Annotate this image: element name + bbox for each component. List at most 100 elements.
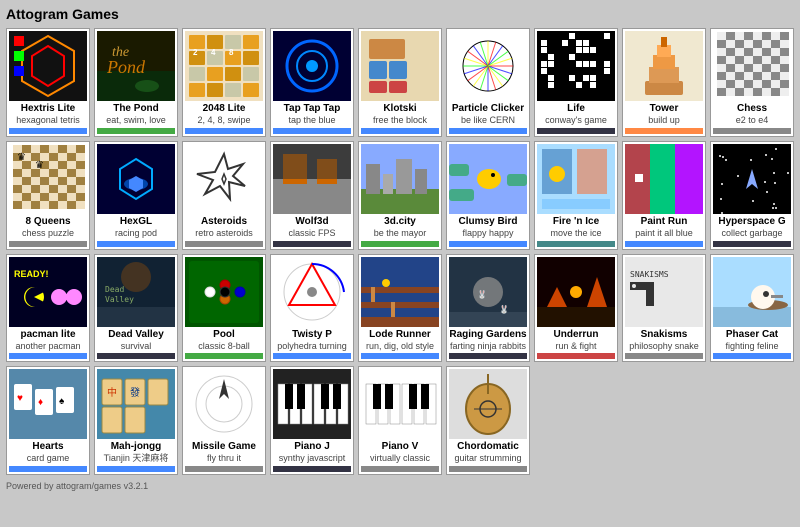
game-subtitle-phaser: fighting feline <box>725 341 778 352</box>
game-thumb-hextris <box>9 31 87 101</box>
game-card-hearts[interactable]: ♥♠♦Heartscard game <box>6 366 90 475</box>
game-subtitle-pond: eat, swim, love <box>106 115 166 126</box>
game-badge-twisty <box>273 353 351 359</box>
game-badge-chess <box>713 128 791 134</box>
game-card-asteroids[interactable]: Asteroidsretro asteroids <box>182 141 266 250</box>
game-thumb-deadvalley: DeadValley <box>97 257 175 327</box>
game-card-paintrun[interactable]: Paint Runpaint it all blue <box>622 141 706 250</box>
game-badge-mahjongg <box>97 466 175 472</box>
game-thumb-pool <box>185 257 263 327</box>
game-card-raging[interactable]: 🐰🐰Raging Gardensfarting ninja rabbits <box>446 254 530 363</box>
game-title-pianv: Piano V <box>382 441 419 453</box>
game-subtitle-deadvalley: survival <box>121 341 152 352</box>
game-badge-raging <box>449 353 527 359</box>
game-subtitle-3dcity: be the mayor <box>374 228 427 239</box>
game-thumb-pianoj <box>273 369 351 439</box>
game-badge-deadvalley <box>97 353 175 359</box>
game-title-2048: 2048 Lite <box>203 103 246 115</box>
game-card-pool[interactable]: Poolclassic 8-ball <box>182 254 266 363</box>
game-card-particle[interactable]: Particle Clickerbe like CERN <box>446 28 530 137</box>
game-card-firnice[interactable]: Fire 'n Icemove the ice <box>534 141 618 250</box>
svg-text:Pond: Pond <box>106 57 146 77</box>
game-thumb-hearts: ♥♠♦ <box>9 369 87 439</box>
game-subtitle-wolf3d: classic FPS <box>288 228 335 239</box>
game-subtitle-firnice: move the ice <box>550 228 601 239</box>
svg-text:♦: ♦ <box>38 397 43 408</box>
game-subtitle-chordo: guitar strumming <box>454 453 521 464</box>
game-title-underrun: Underrun <box>554 329 599 341</box>
game-thumb-mahjongg: 中發 <box>97 369 175 439</box>
game-badge-tower <box>625 128 703 134</box>
game-card-deadvalley[interactable]: DeadValleyDead Valleysurvival <box>94 254 178 363</box>
game-subtitle-snakisms: philosophy snake <box>629 341 699 352</box>
game-badge-pool <box>185 353 263 359</box>
game-badge-particle <box>449 128 527 134</box>
game-badge-hearts <box>9 466 87 472</box>
svg-text:🐰: 🐰 <box>499 304 509 314</box>
game-subtitle-taptap: tap the blue <box>288 115 335 126</box>
game-card-twisty[interactable]: Twisty Ppolyhedra turning <box>270 254 354 363</box>
game-title-hexgl: HexGL <box>120 216 152 228</box>
game-thumb-hexgl <box>97 144 175 214</box>
game-subtitle-klotski: free the block <box>373 115 427 126</box>
game-card-chess[interactable]: Chesse2 to e4 <box>710 28 794 137</box>
svg-text:4: 4 <box>211 48 216 57</box>
game-title-tower: Tower <box>650 103 679 115</box>
game-thumb-klotski <box>361 31 439 101</box>
game-badge-underrun <box>537 353 615 359</box>
game-subtitle-mahjongg: Tianjin 天津麻将 <box>104 453 169 464</box>
game-card-klotski[interactable]: Klotskifree the block <box>358 28 442 137</box>
game-card-pond[interactable]: thePondThe Pondeat, swim, love <box>94 28 178 137</box>
svg-text:♛: ♛ <box>35 160 44 171</box>
game-badge-life <box>537 128 615 134</box>
game-badge-hexgl <box>97 241 175 247</box>
game-title-lode: Lode Runner <box>369 329 431 341</box>
game-card-missile[interactable]: Missile Gamefly thru it <box>182 366 266 475</box>
game-title-klotski: Klotski <box>383 103 416 115</box>
svg-text:♛: ♛ <box>17 152 26 163</box>
game-subtitle-hexgl: racing pod <box>115 228 157 239</box>
game-card-lode[interactable]: Lode Runnerrun, dig, old style <box>358 254 442 363</box>
svg-text:♠: ♠ <box>59 396 65 407</box>
game-card-clumsybird[interactable]: Clumsy Birdflappy happy <box>446 141 530 250</box>
game-badge-klotski <box>361 128 439 134</box>
game-card-hextris[interactable]: Hextris Litehexagonal tetris <box>6 28 90 137</box>
game-card-hyperspace[interactable]: Hyperspace Gcollect garbage <box>710 141 794 250</box>
game-title-life: Life <box>567 103 585 115</box>
game-thumb-asteroids <box>185 144 263 214</box>
game-card-snakisms[interactable]: SNAKISMSSnakismsphilosophy snake <box>622 254 706 363</box>
game-card-tower[interactable]: Towerbuild up <box>622 28 706 137</box>
game-card-taptap[interactable]: Tap Tap Taptap the blue <box>270 28 354 137</box>
game-subtitle-hextris: hexagonal tetris <box>16 115 80 126</box>
game-card-pianv[interactable]: Piano Vvirtually classic <box>358 366 442 475</box>
game-card-hexgl[interactable]: HexGLracing pod <box>94 141 178 250</box>
game-card-chordo[interactable]: Chordomaticguitar strumming <box>446 366 530 475</box>
game-card-wolf3d[interactable]: Wolf3dclassic FPS <box>270 141 354 250</box>
game-card-mahjongg[interactable]: 中發Mah-jonggTianjin 天津麻将 <box>94 366 178 475</box>
game-thumb-pond: thePond <box>97 31 175 101</box>
game-subtitle-hyperspace: collect garbage <box>721 228 782 239</box>
game-badge-taptap <box>273 128 351 134</box>
game-card-underrun[interactable]: Underrunrun & fight <box>534 254 618 363</box>
game-title-missile: Missile Game <box>192 441 256 453</box>
game-subtitle-2048: 2, 4, 8, swipe <box>197 115 250 126</box>
game-subtitle-underrun: run & fight <box>555 341 596 352</box>
game-card-life[interactable]: Lifeconway's game <box>534 28 618 137</box>
game-title-particle: Particle Clicker <box>452 103 524 115</box>
game-subtitle-paintrun: paint it all blue <box>635 228 693 239</box>
svg-text:中: 中 <box>107 386 117 399</box>
game-thumb-missile <box>185 369 263 439</box>
games-grid: Hextris Litehexagonal tetristhePondThe P… <box>6 28 794 475</box>
game-badge-missile <box>185 466 263 472</box>
game-card-2048[interactable]: 2482048 Lite2, 4, 8, swipe <box>182 28 266 137</box>
game-title-paintrun: Paint Run <box>641 216 688 228</box>
footer-link[interactable]: attogram/games <box>56 481 121 491</box>
game-card-pacman[interactable]: READY!pacman liteanother pacman <box>6 254 90 363</box>
game-subtitle-pianoj: synthy javascript <box>279 453 346 464</box>
game-thumb-8queens: ♛♛ <box>9 144 87 214</box>
game-card-pianoj[interactable]: Piano Jsynthy javascript <box>270 366 354 475</box>
game-thumb-taptap <box>273 31 351 101</box>
game-card-8queens[interactable]: ♛♛8 Queenschess puzzle <box>6 141 90 250</box>
game-card-3dcity[interactable]: 3d.citybe the mayor <box>358 141 442 250</box>
game-card-phaser[interactable]: Phaser Catfighting feline <box>710 254 794 363</box>
